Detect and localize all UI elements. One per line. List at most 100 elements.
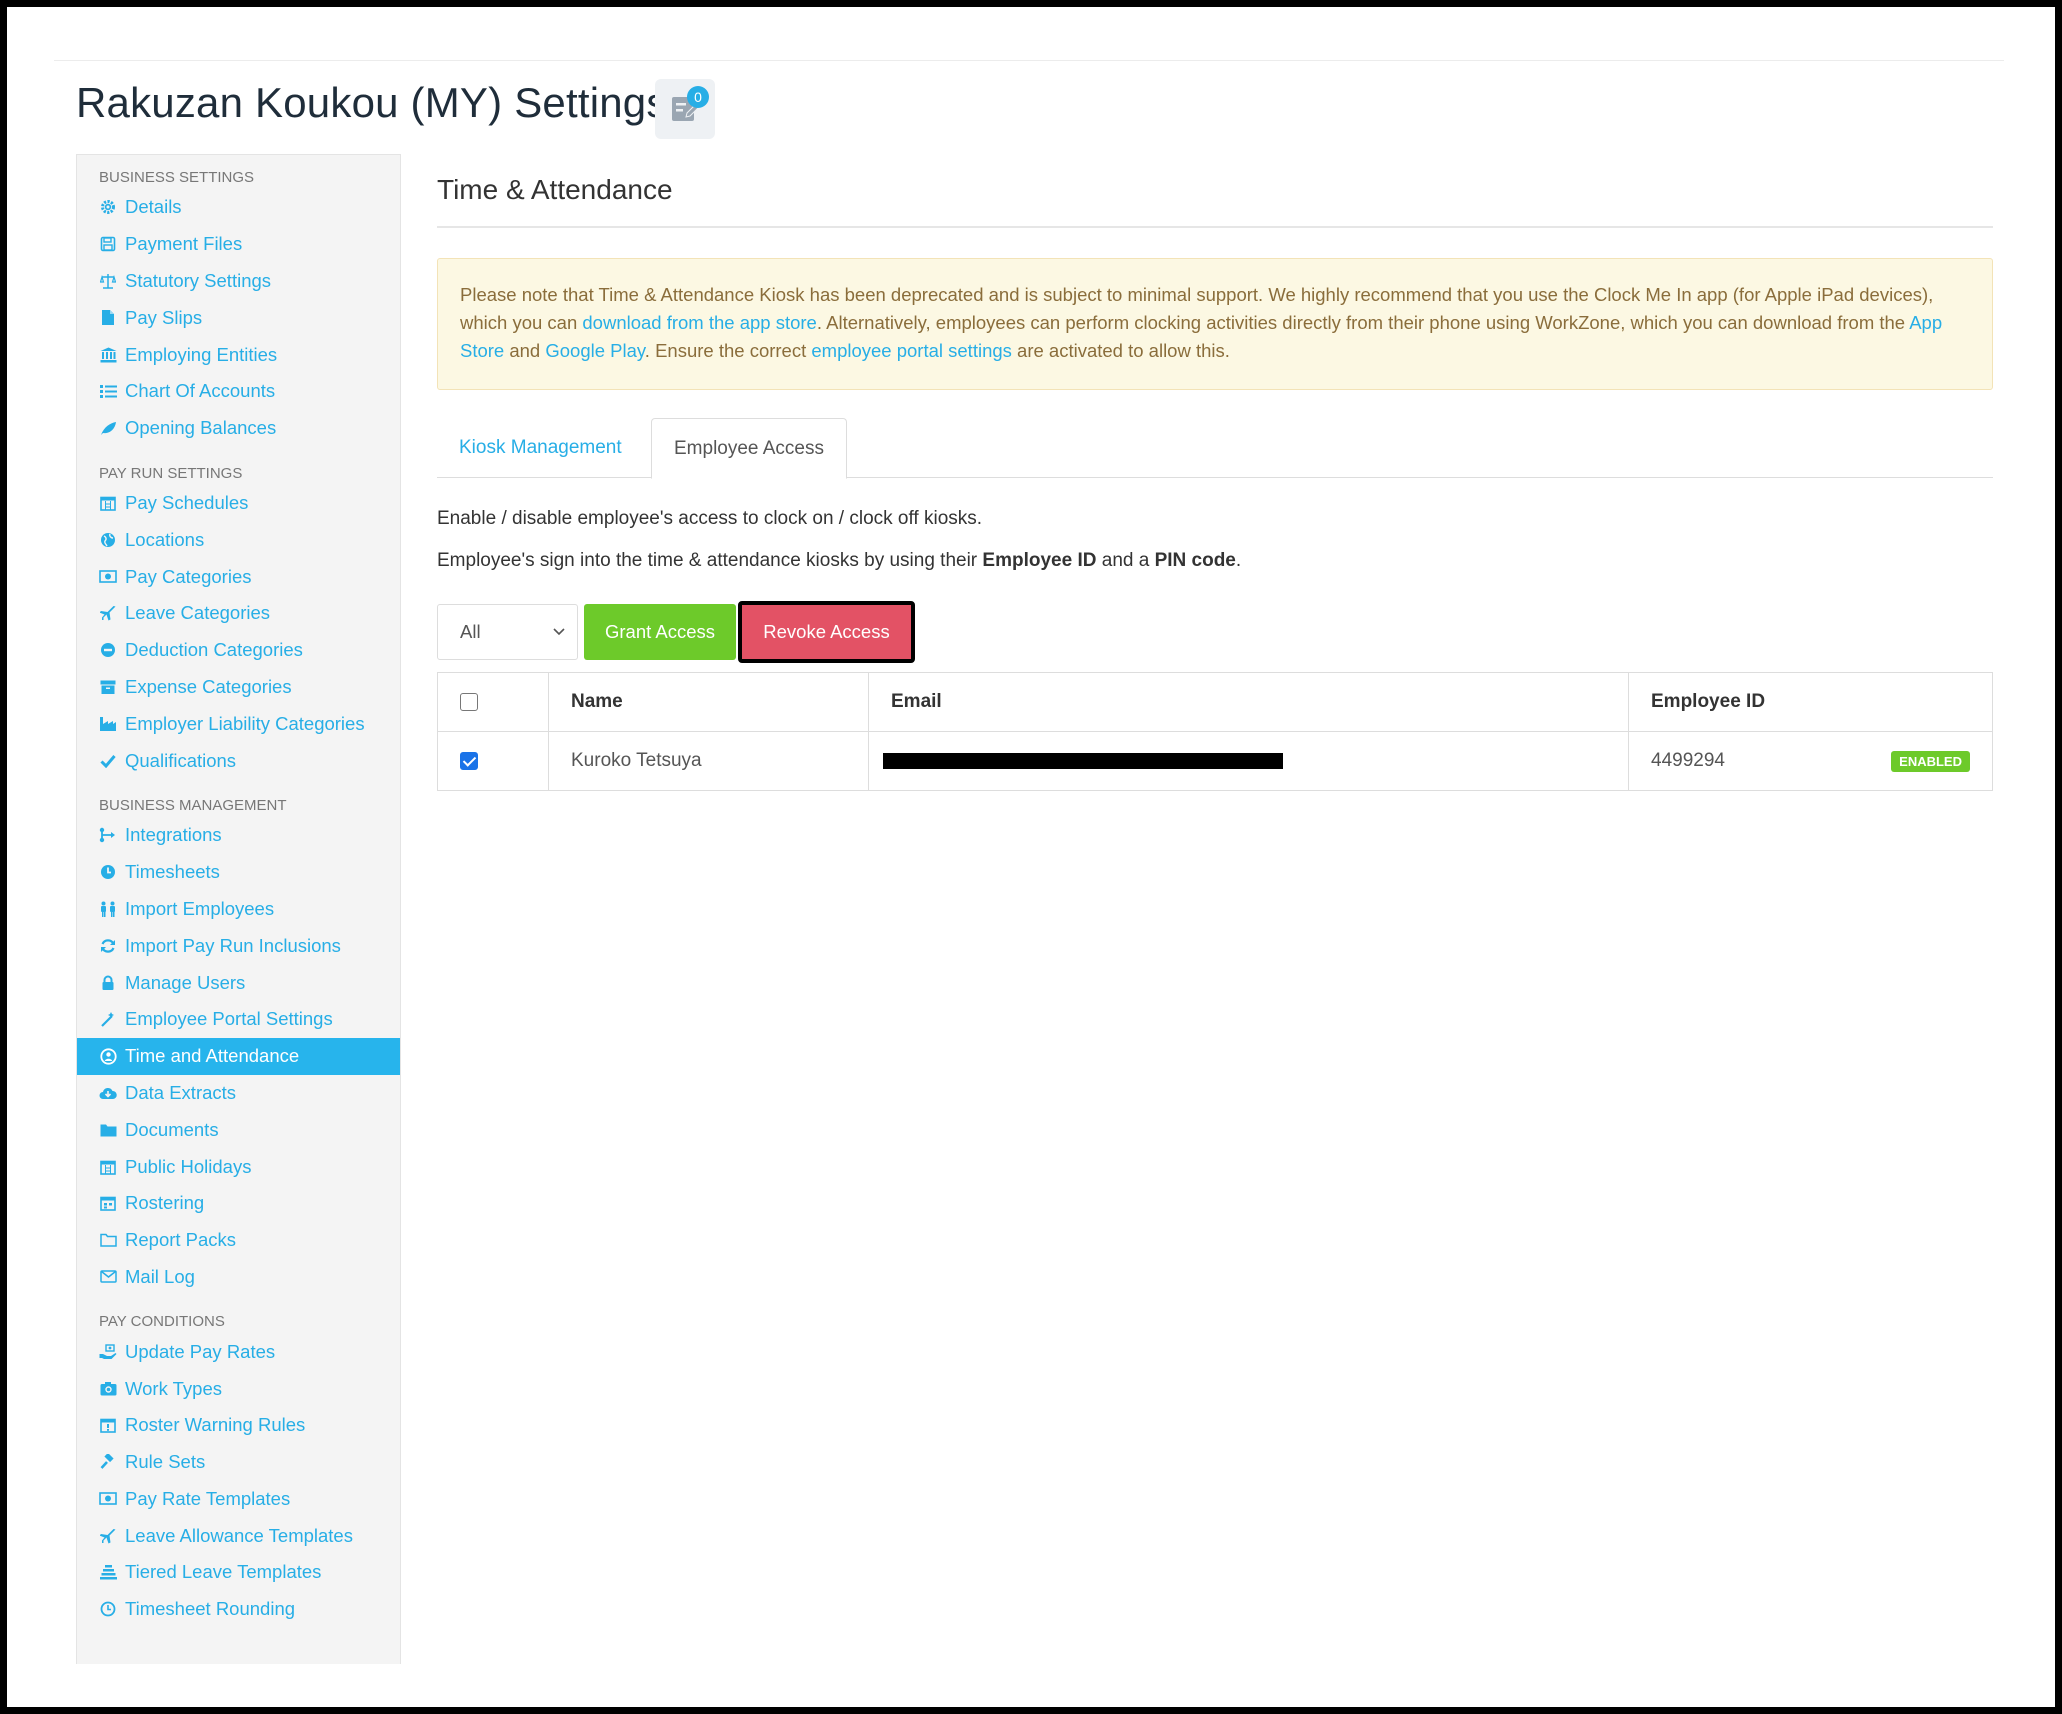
app-frame: Rakuzan Koukou (MY) Settings 0 BUSINESS … <box>7 7 2055 1707</box>
sidebar-item-tiered-leave-templates[interactable]: Tiered Leave Templates <box>77 1554 400 1591</box>
sidebar-item-label: Payment Files <box>125 233 243 255</box>
list-icon <box>99 382 117 400</box>
sidebar-item-label: Rostering <box>125 1192 205 1214</box>
sidebar-item-report-packs[interactable]: Report Packs <box>77 1222 400 1259</box>
cloud-download-icon <box>99 1084 117 1102</box>
sidebar-item-time-and-attendance[interactable]: Time and Attendance <box>77 1037 400 1075</box>
employee-access-table: Name Email Employee ID Kuroko Tetsuya 44… <box>437 672 1993 791</box>
settings-sidebar: BUSINESS SETTINGS Details Payment Files … <box>76 154 401 1664</box>
sidebar-item-import-employees[interactable]: Import Employees <box>77 891 400 928</box>
lock-icon <box>99 974 117 992</box>
sidebar-item-roster-warning-rules[interactable]: Roster Warning Rules <box>77 1407 400 1444</box>
sidebar-item-timesheets[interactable]: Timesheets <box>77 854 400 891</box>
sidebar-item-work-types[interactable]: Work Types <box>77 1370 400 1407</box>
sidebar-item-label: Time and Attendance <box>125 1045 300 1067</box>
employee-id-value: 4499294 <box>1651 750 1725 771</box>
sidebar-item-import-pay-run-inclusions[interactable]: Import Pay Run Inclusions <box>77 927 400 964</box>
tab-kiosk-management[interactable]: Kiosk Management <box>437 418 644 478</box>
sidebar-item-manage-users[interactable]: Manage Users <box>77 964 400 1001</box>
envelope-icon <box>99 1268 117 1286</box>
sidebar-item-public-holidays[interactable]: Public Holidays <box>77 1148 400 1185</box>
column-header-name[interactable]: Name <box>548 672 869 732</box>
notes-button[interactable]: 0 <box>655 79 715 139</box>
sidebar-item-statutory-settings[interactable]: Statutory Settings <box>77 263 400 300</box>
alert-text: and <box>504 340 546 361</box>
tab-bar: Kiosk Management Employee Access <box>437 418 1993 479</box>
sidebar-item-payment-files[interactable]: Payment Files <box>77 226 400 263</box>
tab-employee-access[interactable]: Employee Access <box>651 418 847 479</box>
revoke-access-button[interactable]: Revoke Access <box>738 601 915 663</box>
row-checkbox[interactable] <box>460 751 478 770</box>
sidebar-item-label: Expense Categories <box>125 675 292 697</box>
sidebar-item-qualifications[interactable]: Qualifications <box>77 742 400 779</box>
sidebar-item-label: Opening Balances <box>125 417 277 439</box>
app-store-download-link[interactable]: download from the app store <box>582 312 816 333</box>
sidebar-item-leave-allowance-templates[interactable]: Leave Allowance Templates <box>77 1517 400 1554</box>
google-play-link[interactable]: Google Play <box>545 340 644 361</box>
filter-select[interactable]: All <box>437 604 578 660</box>
folder-icon <box>99 1121 117 1139</box>
sidebar-item-label: Integrations <box>125 824 222 846</box>
bank-icon <box>99 346 117 364</box>
column-header-email[interactable]: Email <box>868 672 1629 732</box>
sidebar-item-label: Statutory Settings <box>125 269 272 291</box>
sidebar-item-label: Pay Rate Templates <box>125 1487 291 1509</box>
sidebar-item-opening-balances[interactable]: Opening Balances <box>77 410 400 447</box>
main-content: Time & Attendance Please note that Time … <box>437 154 1993 791</box>
sidebar-item-employee-portal-settings[interactable]: Employee Portal Settings <box>77 1001 400 1038</box>
hand-money-icon <box>99 1343 117 1361</box>
sidebar-item-label: Leave Categories <box>125 602 271 624</box>
sidebar-item-rostering[interactable]: Rostering <box>77 1185 400 1222</box>
sidebar-item-locations[interactable]: Locations <box>77 521 400 558</box>
sidebar-item-pay-slips[interactable]: Pay Slips <box>77 299 400 336</box>
sidebar-item-expense-categories[interactable]: Expense Categories <box>77 669 400 706</box>
wand-icon <box>99 1010 117 1028</box>
check-icon <box>99 752 117 770</box>
alert-text: . Alternatively, employees can perform c… <box>816 312 1910 333</box>
sidebar-item-integrations[interactable]: Integrations <box>77 817 400 854</box>
sidebar-item-chart-of-accounts[interactable]: Chart Of Accounts <box>77 373 400 410</box>
deprecation-alert: Please note that Time & Attendance Kiosk… <box>437 258 1993 390</box>
plane-icon <box>99 1527 117 1545</box>
grant-access-button[interactable]: Grant Access <box>584 604 736 660</box>
select-all-checkbox[interactable] <box>460 692 478 711</box>
sidebar-item-rule-sets[interactable]: Rule Sets <box>77 1444 400 1481</box>
sidebar-item-label: Pay Categories <box>125 565 252 587</box>
employee-portal-settings-link[interactable]: employee portal settings <box>811 340 1012 361</box>
sidebar-item-update-pay-rates[interactable]: Update Pay Rates <box>77 1333 400 1370</box>
sidebar-item-details[interactable]: Details <box>77 189 400 226</box>
sidebar-item-leave-categories[interactable]: Leave Categories <box>77 595 400 632</box>
sidebar-item-label: Mail Log <box>125 1265 195 1287</box>
alert-text: . Ensure the correct <box>644 340 812 361</box>
users-icon <box>99 900 117 918</box>
calendar-warning-icon <box>99 1416 117 1434</box>
table-row: Kuroko Tetsuya 4499294 ENABLED <box>437 731 1993 791</box>
sidebar-item-pay-schedules[interactable]: Pay Schedules <box>77 485 400 522</box>
tiers-icon <box>99 1563 117 1581</box>
employee-name-cell: Kuroko Tetsuya <box>548 731 869 791</box>
sidebar-item-data-extracts[interactable]: Data Extracts <box>77 1075 400 1112</box>
sign-in-description: Employee's sign into the time & attendan… <box>437 550 1993 572</box>
sidebar-item-label: Public Holidays <box>125 1155 252 1177</box>
sidebar-heading-pay-conditions: PAY CONDITIONS <box>99 1313 225 1331</box>
sidebar-item-mail-log[interactable]: Mail Log <box>77 1259 400 1296</box>
section-title: Time & Attendance <box>437 174 673 205</box>
column-header-employee-id[interactable]: Employee ID <box>1628 672 1993 732</box>
money-icon <box>99 1490 117 1508</box>
sidebar-item-label: Pay Schedules <box>125 491 249 513</box>
money-icon <box>99 568 117 586</box>
sidebar-item-pay-rate-templates[interactable]: Pay Rate Templates <box>77 1481 400 1518</box>
sidebar-item-documents[interactable]: Documents <box>77 1111 400 1148</box>
floppy-icon <box>99 235 117 253</box>
sidebar-item-employing-entities[interactable]: Employing Entities <box>77 336 400 373</box>
leaf-icon <box>99 419 117 437</box>
sidebar-item-label: Work Types <box>125 1377 222 1399</box>
refresh-icon <box>99 937 117 955</box>
sidebar-item-label: Roster Warning Rules <box>125 1414 306 1436</box>
sidebar-item-timesheet-rounding[interactable]: Timesheet Rounding <box>77 1591 400 1628</box>
employee-id-cell: 4499294 ENABLED <box>1628 731 1993 791</box>
sidebar-item-pay-categories[interactable]: Pay Categories <box>77 558 400 595</box>
sidebar-item-label: Tiered Leave Templates <box>125 1561 322 1583</box>
sidebar-item-employer-liability-categories[interactable]: Employer Liability Categories <box>77 705 400 742</box>
sidebar-item-deduction-categories[interactable]: Deduction Categories <box>77 632 400 669</box>
